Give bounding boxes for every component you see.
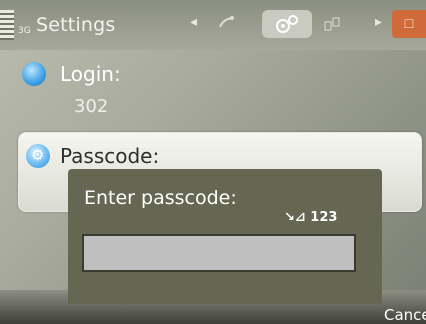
page-title: Settings [36,14,116,36]
network-tab-icon[interactable] [320,12,344,36]
input-mode-indicator: ↘⊿ 123 [284,210,338,225]
passcode-label[interactable]: Passcode: [60,144,159,168]
title-bar: 3G Settings ◂ ▸ ☐ [0,0,426,50]
network-indicator: 3G [18,26,31,36]
tab-left-arrow-icon[interactable]: ◂ [190,14,197,30]
settings-screen: 3G Settings ◂ ▸ ☐ Login: 302 Passcode: E… [0,0,426,324]
dialog-prompt: Enter passcode: [84,187,237,209]
login-globe-icon [22,62,46,86]
next-tab[interactable]: ☐ [392,10,426,38]
passcode-settings-icon [26,144,50,168]
login-label[interactable]: Login: [60,62,121,86]
tab-right-arrow-icon[interactable]: ▸ [375,14,382,30]
cancel-softkey[interactable]: Cancel [384,306,426,324]
dialog-lower-edge [68,290,382,304]
signal-strength-icon [0,10,14,40]
phone-tab-icon[interactable] [214,12,238,36]
passcode-input[interactable] [82,234,356,272]
settings-gear-tab-icon[interactable] [262,10,312,38]
login-value: 302 [74,96,109,117]
